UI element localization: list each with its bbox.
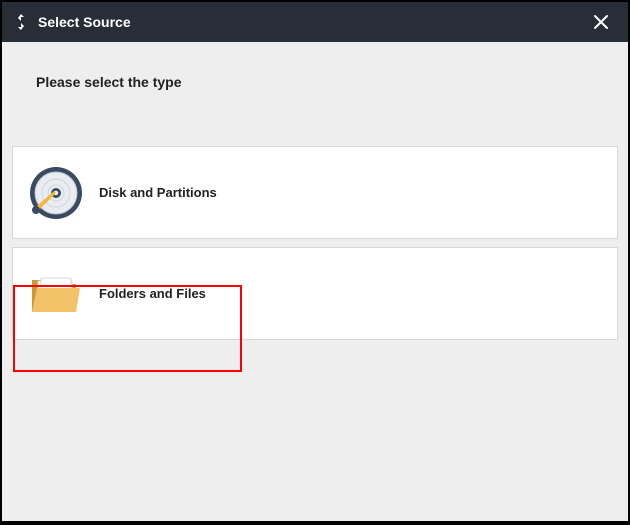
option-label: Folders and Files (99, 286, 206, 301)
select-source-dialog: Select Source Please select the type (2, 2, 628, 521)
disk-icon (27, 164, 85, 222)
dialog-content: Please select the type (2, 42, 628, 521)
option-label: Disk and Partitions (99, 185, 217, 200)
folder-icon (27, 265, 85, 323)
options-list: Disk and Partitions Folders and Files (12, 146, 618, 340)
prompt-text: Please select the type (12, 42, 618, 90)
app-icon (12, 13, 30, 31)
dialog-title: Select Source (38, 14, 588, 30)
close-button[interactable] (588, 9, 614, 35)
option-folders-and-files[interactable]: Folders and Files (12, 247, 618, 340)
option-disk-and-partitions[interactable]: Disk and Partitions (12, 146, 618, 239)
titlebar: Select Source (2, 2, 628, 42)
close-icon (593, 14, 609, 30)
